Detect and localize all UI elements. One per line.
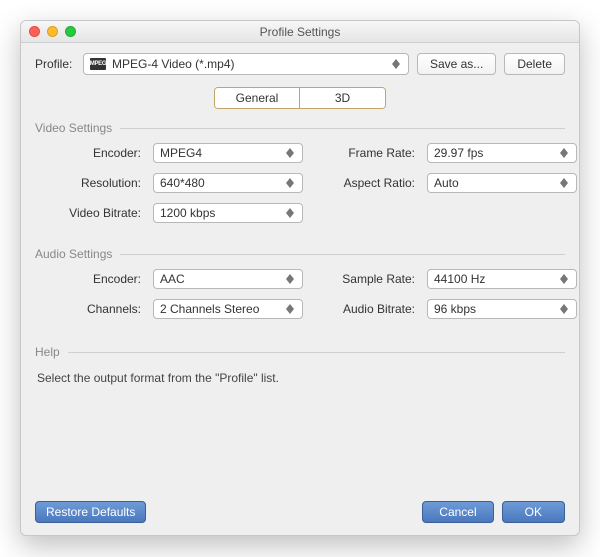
updown-icon (556, 303, 572, 315)
audio-heading: Audio Settings (35, 247, 112, 261)
updown-icon (282, 273, 298, 285)
updown-icon (282, 147, 298, 159)
video-encoder-select[interactable]: MPEG4 (153, 143, 303, 163)
audio-settings-group: Audio Settings Encoder: AAC Sample Rate: (35, 247, 565, 319)
footer: Restore Defaults Cancel OK (35, 489, 565, 523)
save-as-button[interactable]: Save as... (417, 53, 496, 75)
channels-select[interactable]: 2 Channels Stereo (153, 299, 303, 319)
delete-button[interactable]: Delete (504, 53, 565, 75)
resolution-label: Resolution: (41, 176, 141, 190)
profile-row: Profile: MPEG MPEG-4 Video (*.mp4) Save … (35, 53, 565, 75)
updown-icon (282, 177, 298, 189)
updown-icon (556, 147, 572, 159)
audio-bitrate-label: Audio Bitrate: (315, 302, 415, 316)
divider (68, 352, 565, 353)
samplerate-label: Sample Rate: (315, 272, 415, 286)
window-controls (29, 26, 76, 37)
window-body: Profile: MPEG MPEG-4 Video (*.mp4) Save … (21, 43, 579, 535)
profile-settings-window: Profile Settings Profile: MPEG MPEG-4 Vi… (20, 20, 580, 536)
restore-defaults-button[interactable]: Restore Defaults (35, 501, 146, 523)
video-bitrate-label: Video Bitrate: (41, 206, 141, 220)
divider (120, 128, 565, 129)
audio-encoder-label: Encoder: (41, 272, 141, 286)
help-group: Help Select the output format from the "… (35, 345, 565, 385)
video-settings-group: Video Settings Encoder: MPEG4 Frame Rate… (35, 121, 565, 223)
window-title: Profile Settings (21, 25, 579, 39)
minimize-icon[interactable] (47, 26, 58, 37)
audio-encoder-select[interactable]: AAC (153, 269, 303, 289)
updown-icon (556, 273, 572, 285)
tab-bar: General 3D (35, 87, 565, 109)
zoom-icon[interactable] (65, 26, 76, 37)
updown-icon (556, 177, 572, 189)
aspect-ratio-select[interactable]: Auto (427, 173, 577, 193)
help-text: Select the output format from the "Profi… (35, 367, 565, 385)
profile-select[interactable]: MPEG MPEG-4 Video (*.mp4) (83, 53, 409, 75)
audio-bitrate-select[interactable]: 96 kbps (427, 299, 577, 319)
help-heading: Help (35, 345, 60, 359)
titlebar: Profile Settings (21, 21, 579, 43)
video-encoder-label: Encoder: (41, 146, 141, 160)
channels-label: Channels: (41, 302, 141, 316)
resolution-select[interactable]: 640*480 (153, 173, 303, 193)
cancel-button[interactable]: Cancel (422, 501, 493, 523)
updown-icon (282, 207, 298, 219)
divider (120, 254, 565, 255)
tab-segment: General 3D (214, 87, 386, 109)
video-heading: Video Settings (35, 121, 112, 135)
tab-general[interactable]: General (215, 88, 300, 108)
framerate-label: Frame Rate: (315, 146, 415, 160)
updown-icon (282, 303, 298, 315)
aspect-ratio-label: Aspect Ratio: (315, 176, 415, 190)
profile-label: Profile: (35, 57, 75, 71)
mpeg-icon: MPEG (90, 58, 106, 70)
framerate-select[interactable]: 29.97 fps (427, 143, 577, 163)
video-bitrate-select[interactable]: 1200 kbps (153, 203, 303, 223)
close-icon[interactable] (29, 26, 40, 37)
updown-icon (388, 57, 404, 71)
tab-3d[interactable]: 3D (300, 88, 385, 108)
samplerate-select[interactable]: 44100 Hz (427, 269, 577, 289)
profile-value: MPEG-4 Video (*.mp4) (112, 57, 235, 71)
ok-button[interactable]: OK (502, 501, 565, 523)
